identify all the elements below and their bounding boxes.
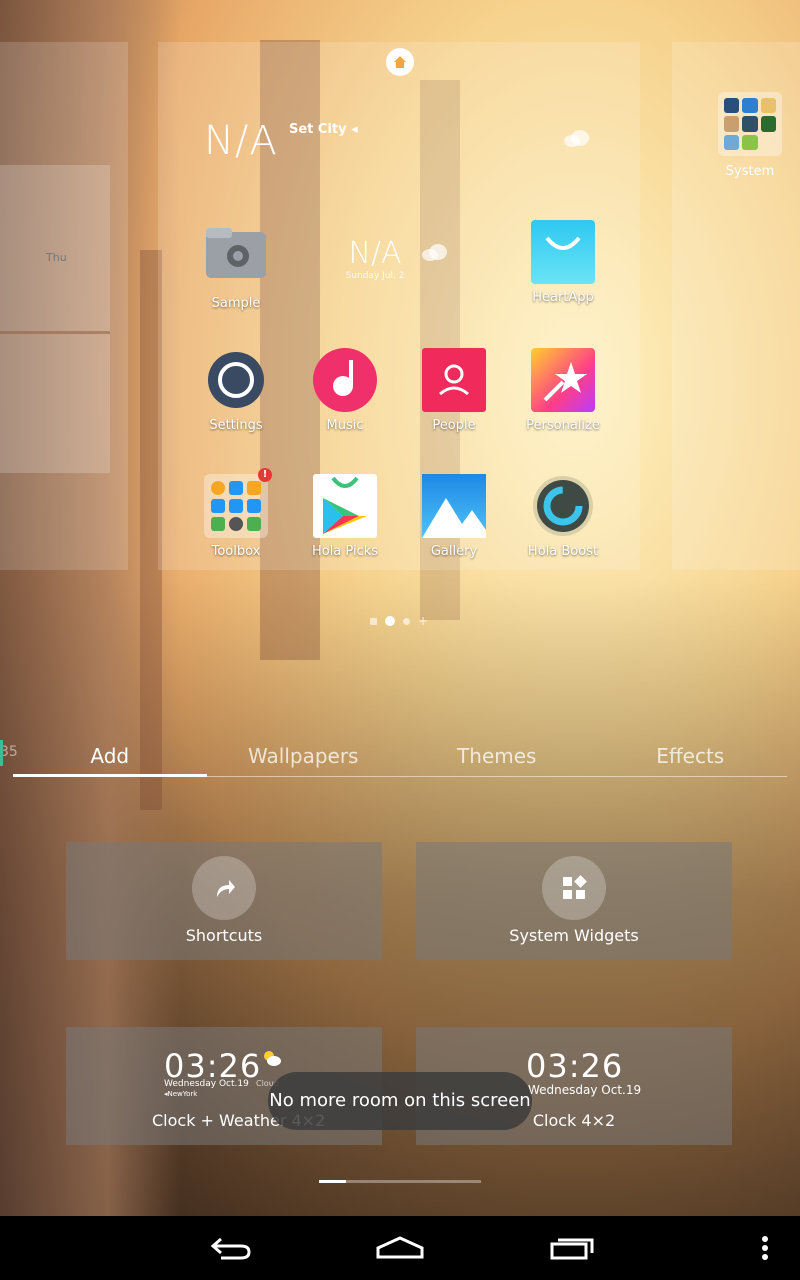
app-personalize[interactable]: Personalize (511, 348, 615, 433)
heartapp-icon (531, 220, 595, 284)
toolbox-icon: ! (204, 468, 272, 538)
tile-label: System Widgets (509, 926, 639, 945)
recent-apps-icon (550, 1238, 594, 1260)
tab-themes[interactable]: Themes (400, 738, 594, 776)
page-dot[interactable] (370, 617, 377, 625)
tile-label: Shortcuts (185, 926, 263, 945)
notification-badge: ! (258, 468, 272, 482)
app-label: Hola Picks (311, 544, 379, 559)
settings-gear-icon (204, 348, 268, 412)
app-label: Music (326, 418, 364, 433)
app-label: Hola Boost (527, 544, 599, 559)
recent-apps-button[interactable] (542, 1216, 602, 1280)
mini-weather-date: Sunday Jul. 2 (345, 271, 405, 281)
app-hola-picks[interactable]: Hola Picks (293, 474, 397, 559)
weather-temperature: N/A (204, 118, 278, 164)
app-label: HeartApp (532, 290, 594, 305)
page-indicator[interactable]: + (370, 614, 428, 628)
system-folder[interactable]: System (716, 92, 784, 179)
app-label: Settings (209, 418, 263, 433)
widgets-grid-icon (542, 856, 606, 920)
navigation-bar (0, 1216, 800, 1280)
app-label: People (432, 418, 476, 433)
personalize-icon (531, 348, 595, 412)
tab-add[interactable]: Add (13, 738, 207, 777)
app-label: Personalize (526, 418, 600, 433)
overflow-menu-button[interactable] (750, 1216, 780, 1280)
people-icon (422, 348, 486, 412)
system-widgets-tile[interactable]: System Widgets (416, 842, 732, 960)
widget-pager (319, 1180, 481, 1183)
app-heartapp[interactable]: HeartApp (511, 220, 615, 305)
edit-tabs: Add Wallpapers Themes Effects (13, 738, 787, 777)
app-settings[interactable]: Settings (184, 348, 288, 433)
gallery-icon (422, 474, 486, 538)
home-icon (376, 1236, 424, 1259)
shortcut-arrow-icon (192, 856, 256, 920)
app-people[interactable]: People (402, 348, 506, 433)
system-folder-label: System (725, 164, 775, 179)
cloud-icon (420, 242, 450, 266)
clock-date: Wednesday Oct.19 (164, 1079, 249, 1089)
page-dot-active[interactable] (385, 616, 395, 626)
home-button[interactable] (370, 1216, 430, 1280)
tab-wallpapers[interactable]: Wallpapers (207, 738, 401, 776)
toast-message: No more room on this screen (268, 1072, 532, 1130)
hola-picks-icon (313, 474, 377, 538)
hola-boost-icon (531, 474, 595, 538)
back-button[interactable] (200, 1216, 260, 1280)
app-label: Toolbox (211, 544, 261, 559)
more-vertical-icon (762, 1236, 768, 1260)
mini-weather-widget[interactable]: N/A Sunday Jul. 2 (320, 236, 430, 281)
page-dot[interactable] (403, 617, 410, 625)
sample-folder-icon (204, 226, 268, 290)
app-label: Sample (211, 296, 261, 311)
cloud-icon (562, 128, 592, 152)
system-folder-icon (718, 92, 782, 156)
clock-time: 03:26 (526, 1047, 624, 1085)
clock-date: Wednesday Oct.19 (528, 1083, 642, 1097)
app-sample[interactable]: Sample (184, 226, 288, 311)
left-calendar-widget[interactable]: Thu (0, 165, 110, 473)
calendar-day: Thu (46, 251, 67, 264)
app-music[interactable]: Music (293, 348, 397, 433)
music-icon (313, 348, 377, 412)
set-city-link[interactable]: Set City ◂ (289, 122, 358, 137)
app-label: Gallery (430, 544, 478, 559)
tab-effects[interactable]: Effects (594, 738, 788, 776)
app-gallery[interactable]: Gallery (402, 474, 506, 559)
mini-weather-temp: N/A (348, 236, 402, 271)
clock-location: ◂NewYork (164, 1090, 198, 1098)
home-page-icon[interactable] (386, 48, 414, 76)
shortcuts-tile[interactable]: Shortcuts (66, 842, 382, 960)
app-toolbox[interactable]: ! Toolbox (184, 468, 288, 559)
app-hola-boost[interactable]: Hola Boost (511, 474, 615, 559)
sun-cloud-icon (262, 1049, 282, 1071)
add-page-icon[interactable]: + (418, 614, 428, 628)
back-icon (210, 1237, 251, 1260)
